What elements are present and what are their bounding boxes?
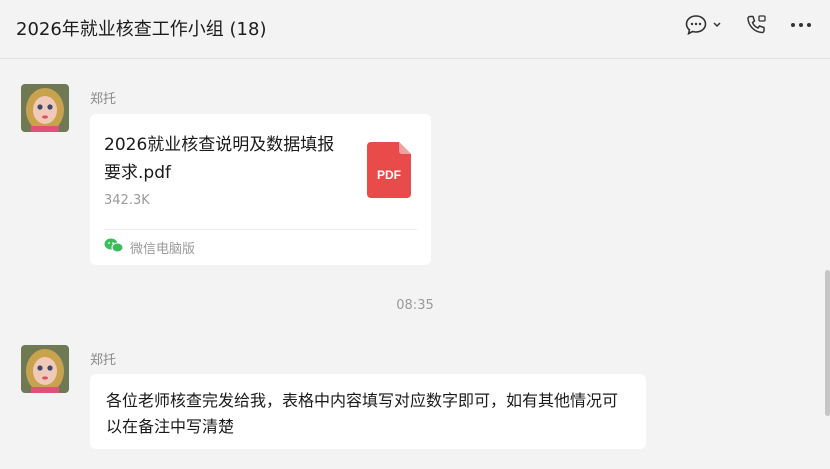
message-timestamp: 08:35 [396, 298, 434, 313]
header-actions [684, 14, 812, 36]
source-label: 微信电脑版 [130, 242, 196, 257]
more-button[interactable] [790, 22, 812, 28]
scrollbar-thumb[interactable] [825, 270, 830, 416]
pdf-file-icon: PDF [367, 142, 411, 202]
call-button[interactable] [744, 14, 768, 36]
chat-info-button[interactable] [684, 14, 722, 36]
file-source: 微信电脑版 [104, 238, 195, 257]
wechat-icon [104, 238, 124, 257]
chat-header: 2026年就业核查工作小组 (18) [0, 0, 830, 59]
file-size: 342.3K [104, 193, 150, 208]
message-list[interactable]: 郑托 2026就业核查说明及数据填报要求.pdf 342.3K PDF 微信电脑… [0, 59, 830, 469]
file-message-card[interactable]: 2026就业核查说明及数据填报要求.pdf 342.3K PDF 微信电脑版 [90, 114, 431, 265]
chevron-down-icon[interactable] [712, 21, 722, 29]
avatar[interactable] [21, 345, 69, 393]
file-name: 2026就业核查说明及数据填报要求.pdf [104, 135, 335, 183]
more-icon [790, 22, 812, 28]
chat-bubble-icon [684, 14, 708, 36]
sender-name: 郑托 [90, 353, 117, 368]
text-message-bubble[interactable]: 各位老师核查完发给我，表格中内容填写对应数字即可，如有其他情况可以在备注中写清楚 [90, 374, 646, 449]
sender-name: 郑托 [90, 92, 117, 107]
chat-title: 2026年就业核查工作小组 (18) [16, 19, 267, 40]
avatar[interactable] [21, 84, 69, 132]
pdf-type-label: PDF [377, 168, 401, 182]
phone-icon [744, 14, 768, 36]
card-divider [104, 229, 417, 230]
